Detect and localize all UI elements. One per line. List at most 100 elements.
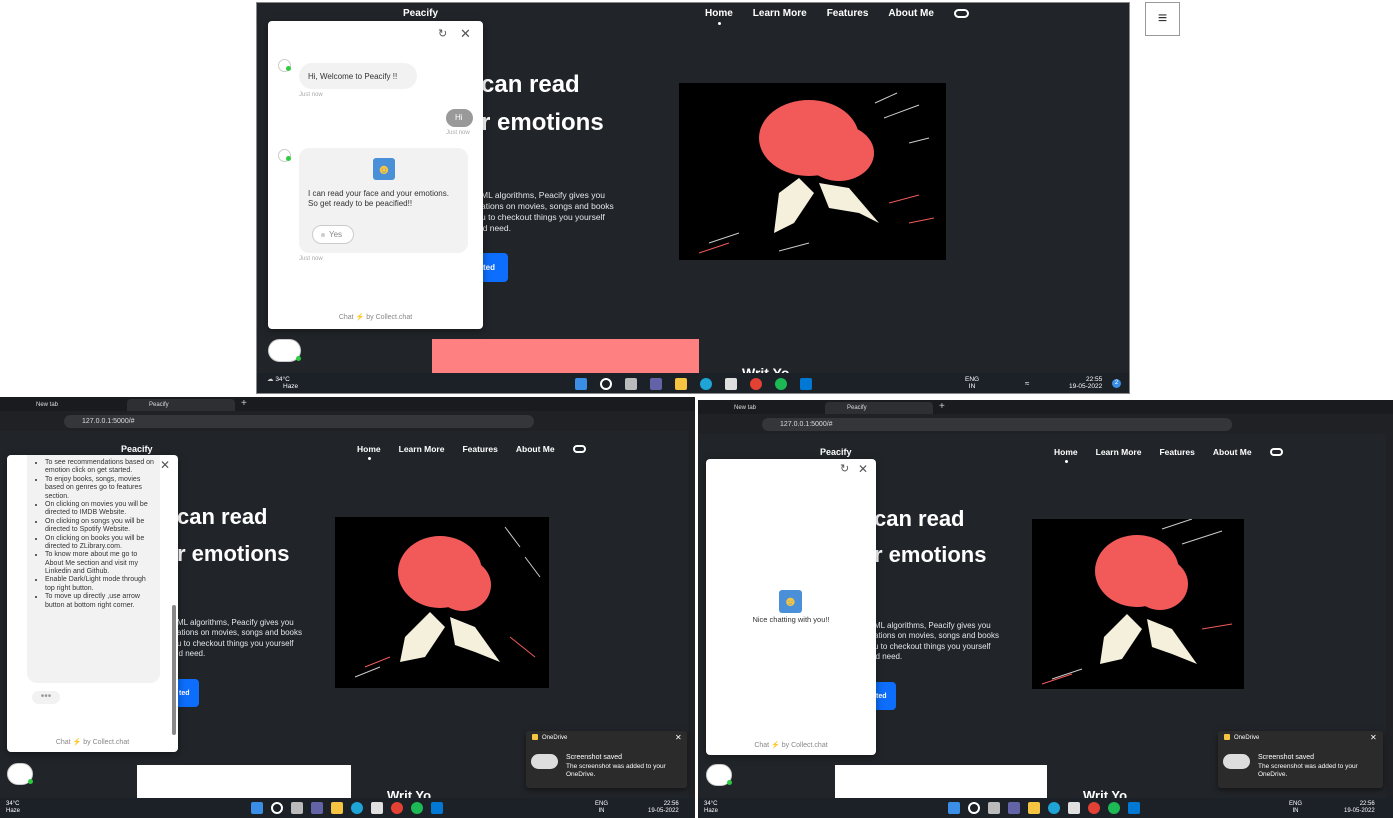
search-icon[interactable] <box>968 802 980 814</box>
edge-icon[interactable] <box>351 802 363 814</box>
brand-logo[interactable]: Peacify <box>403 8 438 19</box>
wifi-icon[interactable]: ≈ <box>1025 379 1029 388</box>
nav-home[interactable]: Home <box>1054 447 1078 463</box>
spotify-icon[interactable] <box>1108 802 1120 814</box>
theme-toggle[interactable] <box>953 9 969 18</box>
nav-learn-more[interactable]: Learn More <box>1096 447 1142 457</box>
refresh-icon[interactable]: ↻ <box>840 464 849 475</box>
clock[interactable]: 22:55 19-05-2022 <box>1069 376 1102 390</box>
toast-close-icon[interactable]: ✕ <box>675 733 682 742</box>
tab-new-tab[interactable]: New tab <box>14 399 124 411</box>
spotify-icon[interactable] <box>775 378 787 390</box>
timestamp: Just now <box>299 256 323 262</box>
task-view-icon[interactable] <box>625 378 637 390</box>
help-item: To know more about me go to About Me sec… <box>45 551 155 576</box>
onedrive-toast[interactable]: OneDrive ✕ Screenshot saved The screensh… <box>526 731 687 788</box>
chrome-icon[interactable] <box>391 802 403 814</box>
nav-home[interactable]: Home <box>357 444 381 460</box>
get-started-button[interactable]: ted <box>874 682 896 710</box>
new-tab-icon[interactable]: + <box>939 401 945 412</box>
store-icon[interactable] <box>371 802 383 814</box>
address-bar[interactable]: 127.0.0.1:5000/# <box>64 415 534 428</box>
teams-icon[interactable] <box>650 378 662 390</box>
clock[interactable]: 22:56 19-05-2022 <box>1344 801 1375 814</box>
teams-icon[interactable] <box>1008 802 1020 814</box>
nav-about-me[interactable]: About Me <box>1213 447 1252 457</box>
address-bar[interactable]: 127.0.0.1:5000/# <box>762 418 1232 431</box>
weather-widget[interactable]: ☁ 34°C Haze <box>267 376 298 390</box>
hero-description: ML algorithms, Peacify gives you ations … <box>874 621 1004 663</box>
nav-learn-more[interactable]: Learn More <box>753 8 807 19</box>
wrap-text-icon[interactable]: ≡ <box>1145 2 1180 36</box>
file-explorer-icon[interactable] <box>331 802 343 814</box>
tab-peacify[interactable]: Peacify <box>825 402 933 414</box>
weather-widget[interactable]: 34°C Haze <box>6 801 20 814</box>
spotify-icon[interactable] <box>411 802 423 814</box>
onedrive-icon <box>1224 734 1230 740</box>
tab-strip: New tab Peacify + <box>0 397 695 411</box>
store-icon[interactable] <box>1068 802 1080 814</box>
close-icon[interactable]: ✕ <box>160 459 170 471</box>
chat-footer[interactable]: Chat ⚡ by Collect.chat <box>7 738 178 746</box>
nav-features[interactable]: Features <box>462 444 497 454</box>
notification-badge[interactable]: 2 <box>1112 379 1121 388</box>
system-tray[interactable]: ENG IN <box>595 801 608 814</box>
start-icon[interactable] <box>251 802 263 814</box>
nav-home[interactable]: Home <box>705 8 733 25</box>
hero-heading-line1: can read <box>874 506 965 531</box>
task-view-icon[interactable] <box>291 802 303 814</box>
edge-icon[interactable] <box>700 378 712 390</box>
clock[interactable]: 22:56 19-05-2022 <box>648 801 679 814</box>
help-item: To enjoy books, songs, movies based on g… <box>45 476 155 501</box>
chat-launcher[interactable] <box>268 339 301 362</box>
file-explorer-icon[interactable] <box>675 378 687 390</box>
get-started-button[interactable]: ted <box>481 253 508 282</box>
search-icon[interactable] <box>271 802 283 814</box>
brand-logo[interactable]: Peacify <box>820 447 852 457</box>
nav-features[interactable]: Features <box>1159 447 1194 457</box>
lightning-icon: ⚡ <box>771 742 780 749</box>
chat-footer[interactable]: Chat ⚡ by Collect.chat <box>268 313 483 321</box>
chat-launcher[interactable] <box>706 764 732 786</box>
close-icon[interactable]: ✕ <box>858 463 868 475</box>
teams-icon[interactable] <box>311 802 323 814</box>
start-icon[interactable] <box>948 802 960 814</box>
system-tray[interactable]: ENG IN <box>1289 801 1302 814</box>
chrome-icon[interactable] <box>750 378 762 390</box>
chat-scrollbar[interactable] <box>172 605 176 735</box>
chat-footer[interactable]: Chat ⚡ by Collect.chat <box>706 741 876 749</box>
new-tab-icon[interactable]: + <box>241 398 247 409</box>
yes-option-button[interactable]: Yes <box>312 225 354 244</box>
theme-toggle[interactable] <box>1269 448 1283 456</box>
region-code: IN <box>598 807 605 814</box>
chatbot-window: ↻ ✕ Hi, Welcome to Peacify !! Just now H… <box>268 21 483 329</box>
task-view-icon[interactable] <box>988 802 1000 814</box>
toast-close-icon[interactable]: ✕ <box>1370 733 1377 742</box>
feature-card <box>432 339 699 373</box>
chat-launcher[interactable] <box>7 763 33 785</box>
refresh-icon[interactable]: ↻ <box>438 29 447 40</box>
search-icon[interactable] <box>600 378 612 390</box>
nav-about-me[interactable]: About Me <box>888 8 934 19</box>
vscode-icon[interactable] <box>1128 802 1140 814</box>
nav-learn-more[interactable]: Learn More <box>399 444 445 454</box>
edge-icon[interactable] <box>1048 802 1060 814</box>
tab-peacify[interactable]: Peacify <box>127 399 235 411</box>
nav-about-me[interactable]: About Me <box>516 444 555 454</box>
nav-features[interactable]: Features <box>827 8 869 19</box>
brand-logo[interactable]: Peacify <box>121 444 153 454</box>
close-icon[interactable]: ✕ <box>460 27 471 40</box>
vscode-icon[interactable] <box>800 378 812 390</box>
vscode-icon[interactable] <box>431 802 443 814</box>
get-started-button[interactable]: ted <box>177 679 199 707</box>
onedrive-toast[interactable]: OneDrive ✕ Screenshot saved The screensh… <box>1218 731 1383 788</box>
tab-new-tab[interactable]: New tab <box>712 402 822 414</box>
store-icon[interactable] <box>725 378 737 390</box>
start-icon[interactable] <box>575 378 587 390</box>
system-tray[interactable]: ENG IN <box>965 376 979 390</box>
theme-toggle[interactable] <box>572 445 586 453</box>
file-explorer-icon[interactable] <box>1028 802 1040 814</box>
hero-heading-line2: r emotions <box>874 542 987 567</box>
weather-widget[interactable]: 34°C Haze <box>704 801 718 814</box>
chrome-icon[interactable] <box>1088 802 1100 814</box>
